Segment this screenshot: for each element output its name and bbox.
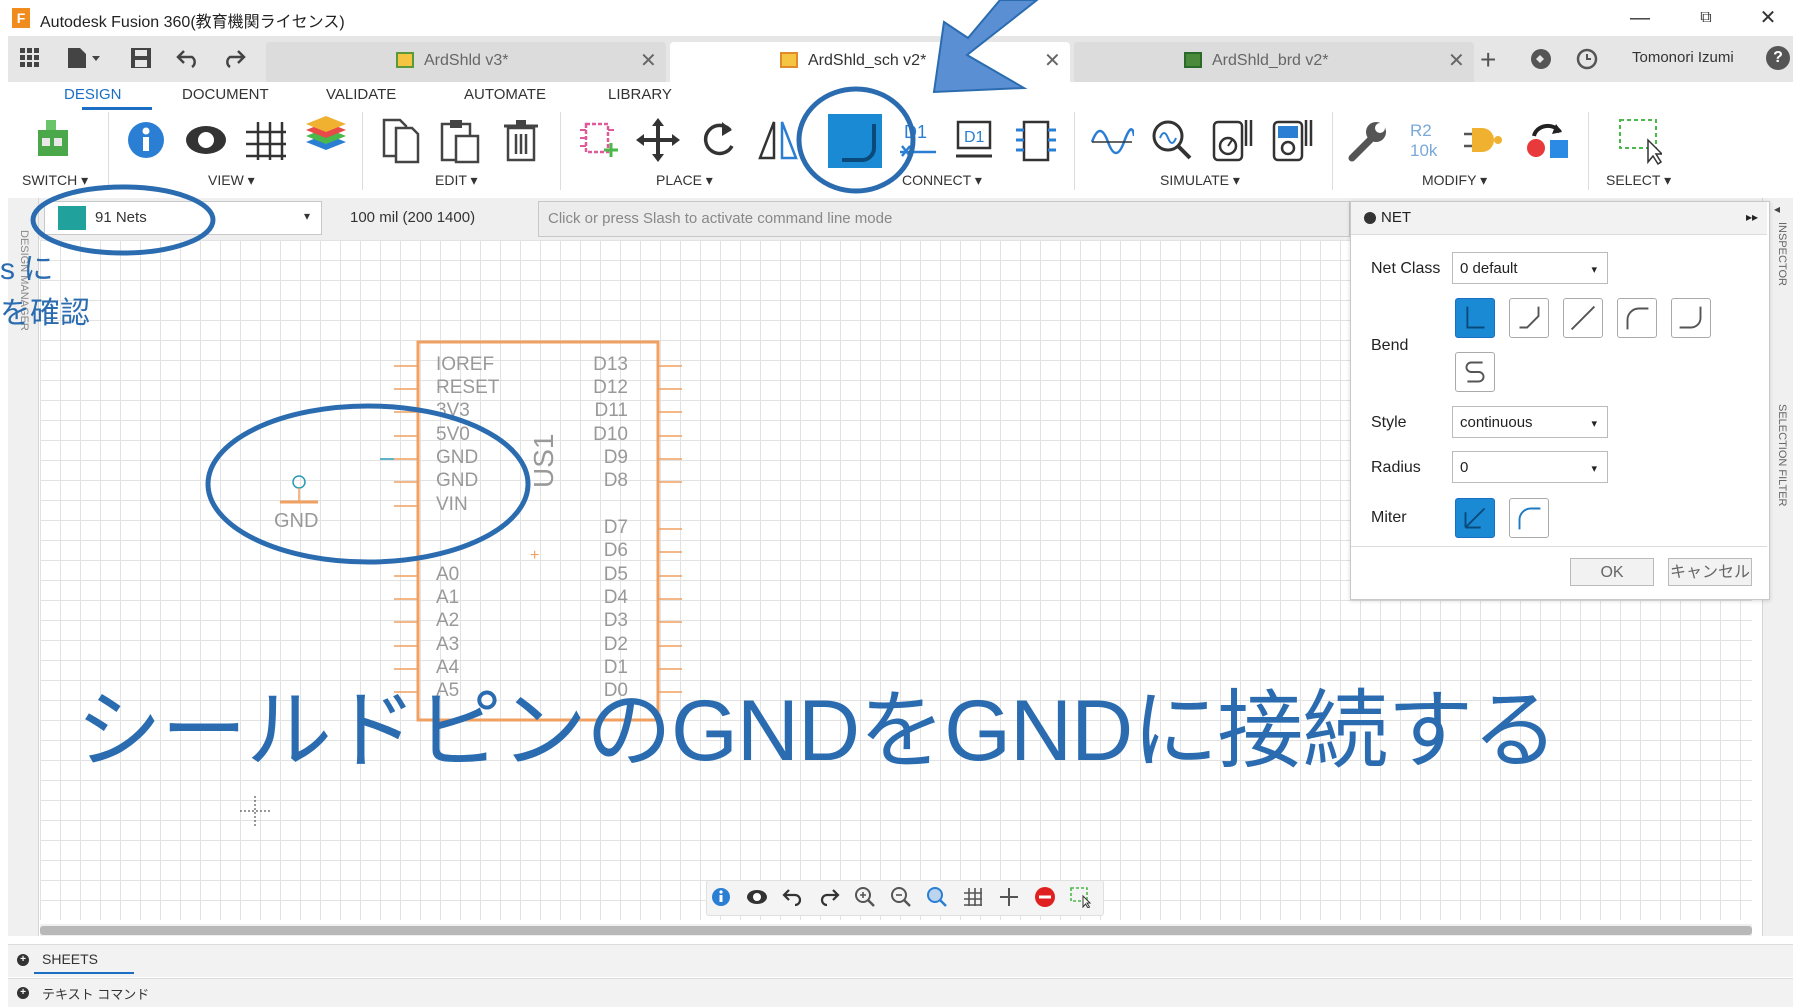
annotation-ellipse-gnd: [205, 403, 531, 565]
annotation-arrow-icon: [932, 0, 1039, 94]
annotation-side-text: を確認: [0, 297, 90, 330]
annotation-overlay: [30, 0, 1039, 565]
annotation-circle-net-tool: [796, 86, 916, 194]
annotation-ellipse-net-selector: [30, 184, 216, 256]
annotation-main-text: シールドピンのGNDをGNDに接続する: [76, 683, 1558, 779]
annotation-side-text: s に: [0, 253, 54, 286]
